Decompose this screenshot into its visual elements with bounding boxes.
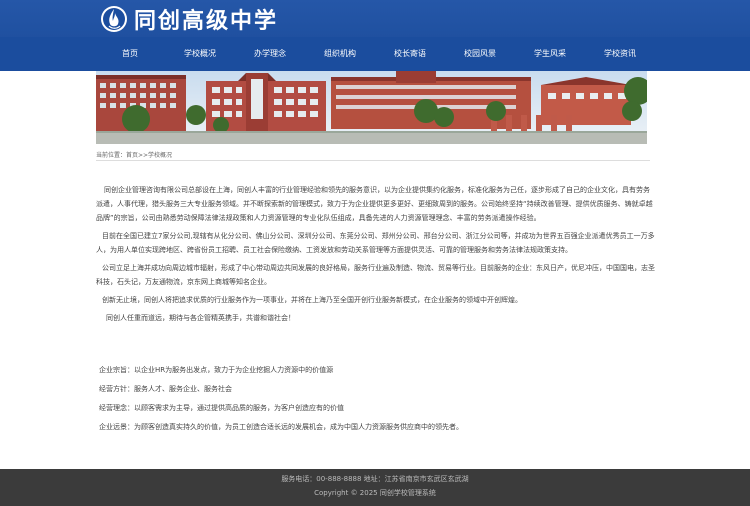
nav-principal-message[interactable]: 校长寄语 (375, 37, 445, 71)
breadcrumb-divider (96, 160, 650, 161)
campus-banner-image (96, 71, 647, 144)
paragraph-branches: 目前在全国已建立7家分公司,现辖有从化分公司、佛山分公司、深圳分公司、东莞分公司… (96, 232, 655, 254)
nav-organization[interactable]: 组织机构 (305, 37, 375, 71)
campus-illustration (96, 71, 647, 144)
footer-contact: 服务电话：00-888-8888 地址：江苏省南京市玄武区玄武湖 (281, 475, 469, 483)
paragraph-innovation: 创新无止境，同创人将把追求优质的行业服务作为一项事业，并将在上海乃至全国开创行业… (102, 296, 522, 304)
flame-emblem-icon (101, 6, 127, 32)
culture-vision: 企业远景：为顾客创造真实持久的价值，为员工创造合适长远的发展机会，成为中国人力资… (99, 423, 463, 431)
culture-philosophy: 经营理念：以顾客需求为主导，通过提供高品质的服务，为客户创造应有的价值 (99, 404, 344, 412)
site-logo[interactable]: 同创高级中学 (100, 4, 278, 34)
nav-school-overview[interactable]: 学校概况 (165, 37, 235, 71)
nav-student-style[interactable]: 学生风采 (515, 37, 585, 71)
footer-copyright: Copyright © 2025 同创学校管理系统 (314, 489, 436, 497)
nav-home[interactable]: 首页 (95, 37, 165, 71)
nav-campus-scenery[interactable]: 校园风景 (445, 37, 515, 71)
culture-policy: 经营方针：服务人才、服务企业、服务社会 (99, 385, 232, 393)
breadcrumb: 当前位置：首页>>学校概况 (96, 152, 173, 159)
school-name: 同创高级中学 (134, 8, 279, 34)
main-nav: 首页 学校概况 办学理念 组织机构 校长寄语 校园风景 学生风采 学校资讯 (0, 37, 750, 71)
nav-philosophy[interactable]: 办学理念 (235, 37, 305, 71)
paragraph-closing: 同创人任重而道远，期待与各企管精英携手，共谱和谐社会！ (106, 314, 295, 322)
paragraph-intro: 同创企业管理咨询有限公司总部设在上海，同创人丰富的行业管理经验和领先的服务意识，… (96, 186, 653, 222)
paragraph-coverage: 公司立足上海并成功向周边城市辐射，形成了中心带动周边共同发展的良好格局，服务行业… (96, 264, 655, 286)
nav-school-news[interactable]: 学校资讯 (585, 37, 655, 71)
culture-purpose: 企业宗旨：以企业HR为服务出发点，致力于为企业挖掘人力资源中的价值源 (99, 366, 334, 374)
site-header: 同创高级中学 首页 学校概况 办学理念 组织机构 校长寄语 校园风景 学生风采 … (0, 0, 750, 71)
site-footer: 服务电话：00-888-8888 地址：江苏省南京市玄武区玄武湖 Copyrig… (0, 469, 750, 506)
article-content: 同创企业管理咨询有限公司总部设在上海，同创人丰富的行业管理经验和领先的服务意识，… (96, 183, 656, 329)
